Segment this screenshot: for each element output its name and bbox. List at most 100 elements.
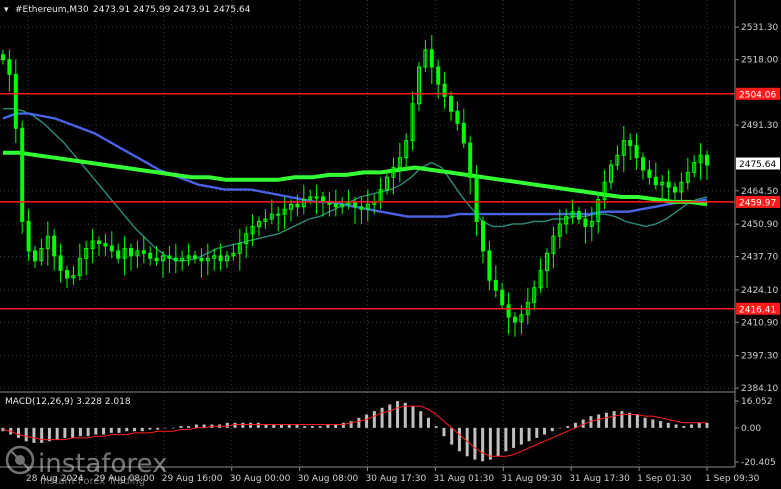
macd-bar xyxy=(24,427,28,442)
macd-tick-label: 0.00 xyxy=(741,424,761,434)
trading-chart-window: 2504.06 2459.97 2416.41 2531.30 2518.00 2491… xyxy=(0,0,781,489)
macd-bar xyxy=(628,412,632,428)
candle-body xyxy=(641,157,645,171)
macd-bar xyxy=(326,424,330,428)
macd-bar xyxy=(543,427,547,435)
symbol-title: #Ethereum,M30 xyxy=(15,5,89,15)
candle-body xyxy=(647,169,652,178)
macd-bar xyxy=(280,424,284,428)
macd-bar xyxy=(442,427,446,437)
time-tick-label: 31 Aug 01:30 xyxy=(433,474,494,484)
macd-bar xyxy=(102,427,106,435)
price-tick-label: 2437.70 xyxy=(741,253,778,263)
macd-bar xyxy=(272,424,276,428)
candle-body xyxy=(634,144,639,159)
macd-bar xyxy=(690,424,694,428)
candle-body xyxy=(13,73,18,129)
price-tick-label: 2518.00 xyxy=(741,56,778,66)
candle-body xyxy=(583,218,588,227)
macd-bar xyxy=(86,427,90,437)
candle-body xyxy=(449,95,453,112)
macd-bar xyxy=(488,427,492,460)
macd-bar xyxy=(40,427,44,443)
macd-bar xyxy=(365,414,369,428)
macd-bar xyxy=(558,427,562,429)
candle-body xyxy=(148,252,153,259)
support-resistance-levels: 2504.06 2459.97 2416.41 xyxy=(0,87,780,315)
level-price-label: 2504.06 xyxy=(739,90,776,100)
level-price-label: 2416.41 xyxy=(739,305,776,315)
macd-bar xyxy=(396,401,400,428)
macd-bar xyxy=(682,426,686,428)
macd-bar xyxy=(651,419,655,428)
candle-body xyxy=(673,186,677,193)
macd-bar xyxy=(426,417,430,428)
candle-body xyxy=(109,245,114,252)
macd-bar xyxy=(357,417,361,428)
macd-bar xyxy=(450,427,454,445)
price-tick-label: 2491.30 xyxy=(741,121,778,131)
candle-body xyxy=(58,255,63,272)
macd-bar xyxy=(566,426,570,428)
candle-body xyxy=(314,196,319,199)
candle-body xyxy=(653,176,658,186)
candle-body xyxy=(666,181,671,188)
candle-body xyxy=(26,220,31,252)
macd-bar xyxy=(411,406,415,428)
candle-body xyxy=(65,270,69,279)
macd-bar xyxy=(372,411,376,428)
macd-bar xyxy=(659,421,663,428)
macd-bar xyxy=(63,427,67,438)
candle-body xyxy=(481,220,485,252)
macd-bar xyxy=(109,427,113,433)
price-tick-label: 2531.30 xyxy=(741,23,778,33)
candle-body xyxy=(513,316,517,323)
svg-text:2475.64: 2475.64 xyxy=(739,160,776,170)
macd-bar xyxy=(643,417,647,428)
macd-bar xyxy=(597,414,601,428)
macd-bar xyxy=(163,427,167,429)
macd-bar xyxy=(380,407,384,428)
candle-body xyxy=(173,257,178,262)
macd-bar xyxy=(264,424,268,428)
macd-bar xyxy=(133,427,137,432)
macd-bar xyxy=(55,427,59,440)
candle-body xyxy=(436,66,441,85)
macd-bar xyxy=(473,427,477,460)
macd-bar xyxy=(341,422,345,428)
candle-body xyxy=(129,247,133,257)
candle-body xyxy=(218,255,223,262)
macd-tick-label: -20.405 xyxy=(741,458,776,468)
candle-body xyxy=(20,127,25,222)
macd-bar xyxy=(71,427,75,438)
macd-bar xyxy=(187,426,191,428)
macd-bar xyxy=(535,427,539,438)
macd-bar xyxy=(334,424,338,428)
macd-bar xyxy=(512,427,516,448)
macd-bar xyxy=(419,411,423,428)
watermark-tagline-text: Instant Forex Trading xyxy=(40,476,145,487)
macd-bar xyxy=(310,426,314,428)
candle-body xyxy=(199,257,204,262)
candle-body xyxy=(167,255,172,259)
menu-triangle-icon[interactable]: ▾ xyxy=(4,5,9,15)
macd-bar xyxy=(635,414,639,428)
candle-body xyxy=(500,289,505,306)
macd-bar xyxy=(705,422,709,428)
time-tick-label: 30 Aug 08:00 xyxy=(298,474,359,484)
candle-body xyxy=(103,243,108,247)
macd-bar xyxy=(16,427,20,438)
candle-body xyxy=(493,279,498,291)
candle-body xyxy=(429,49,434,68)
candle-body xyxy=(154,257,159,262)
time-tick-label: 30 Aug 00:00 xyxy=(230,474,291,484)
candle-body xyxy=(141,250,146,254)
price-axis: 2531.30 2518.00 2491.30 2464.50 2450.90 2437.… xyxy=(735,23,778,394)
price-tick-label: 2464.50 xyxy=(741,187,778,197)
macd-bar xyxy=(256,422,260,428)
candle-body xyxy=(455,110,460,124)
macd-bar xyxy=(612,411,616,428)
watermark-brand-text: instaforex xyxy=(38,449,167,479)
chart-canvas: 2504.06 2459.97 2416.41 2531.30 2518.00 2491… xyxy=(0,0,780,487)
macd-bar xyxy=(303,426,307,428)
